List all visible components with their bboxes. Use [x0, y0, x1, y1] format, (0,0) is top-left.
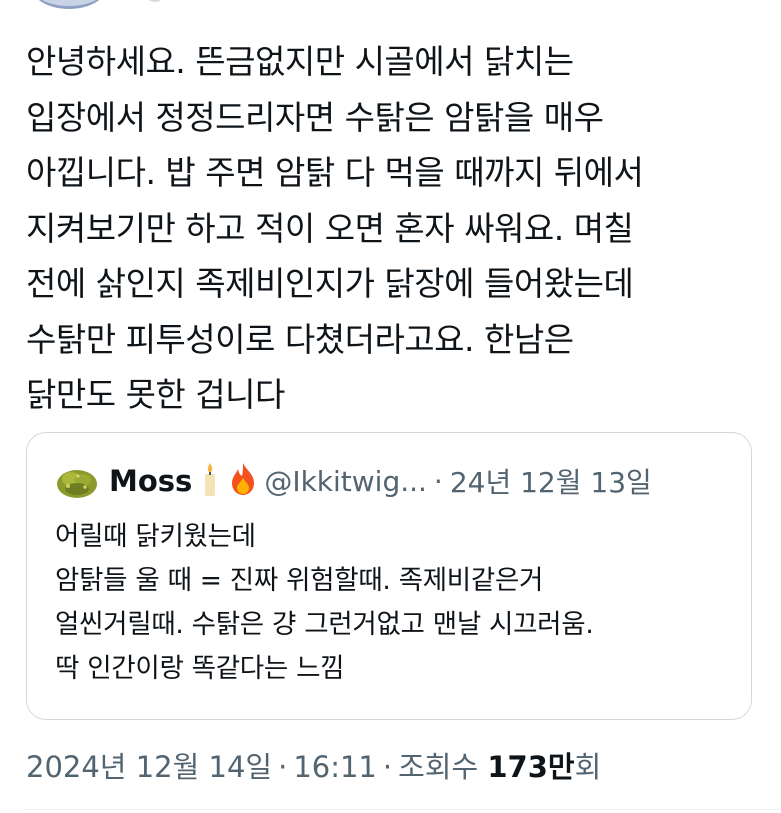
quoted-author-handle[interactable]: @Ikkitwig... [264, 465, 427, 498]
meta-separator: · [278, 750, 288, 784]
fire-icon [228, 462, 258, 500]
moss-avatar-icon[interactable] [55, 462, 99, 500]
post-date[interactable]: 2024년 12월 14일 [26, 750, 272, 784]
views-suffix: 회 [574, 750, 602, 784]
views-label: 조회수 [398, 750, 479, 784]
quoted-tweet-text: 어릴때 닭키웠는데 암탉들 울 때 = 진짜 위험할때. 족제비같은거 얼씬거릴… [55, 521, 594, 684]
quoted-tweet[interactable]: Moss @Ikkitwig... · 24년 12월 13일 어릴때 닭키웠는… [26, 432, 752, 720]
header-separator: · [433, 464, 443, 498]
tweet-text: 안녕하세요. 뜬금없지만 시골에서 닭치는 입장에서 정정드리자면 수탉은 암탉… [26, 42, 644, 414]
author-avatar[interactable] [30, 0, 108, 9]
post-time[interactable]: 16:11 [293, 750, 377, 784]
candle-icon [198, 461, 222, 501]
quoted-author-name[interactable]: Moss [109, 464, 192, 498]
views-count: 173만 [487, 750, 575, 784]
meta-separator: · [382, 750, 393, 784]
author-name-fragment [148, 0, 162, 2]
quoted-tweet-header: Moss @Ikkitwig... · 24년 12월 13일 [55, 461, 652, 501]
divider [26, 809, 781, 810]
quoted-date[interactable]: 24년 12월 13일 [450, 461, 652, 501]
tweet-meta: 2024년 12월 14일 · 16:11 · 조회수 173만회 [26, 744, 601, 786]
